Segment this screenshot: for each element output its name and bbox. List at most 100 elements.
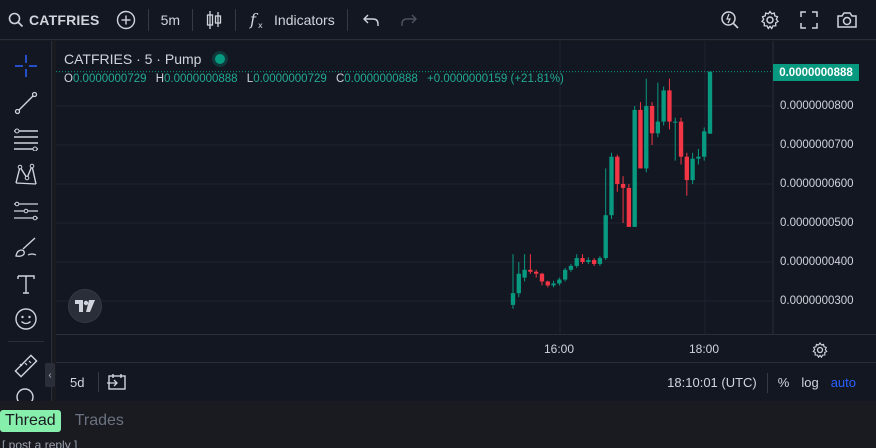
candle-body[interactable] (574, 258, 579, 266)
settings-icon (761, 10, 779, 30)
candle-body[interactable] (707, 71, 713, 134)
candle-body[interactable] (702, 131, 707, 157)
pattern-icon (15, 163, 37, 185)
candle-body[interactable] (649, 106, 655, 134)
quick-search-button[interactable] (710, 0, 750, 40)
candle-body[interactable] (684, 156, 689, 181)
toolbar-divider (8, 341, 44, 342)
candle-body[interactable] (696, 156, 701, 159)
open-key: O (64, 73, 73, 85)
candle-body[interactable] (655, 121, 661, 134)
candle-body[interactable] (534, 271, 539, 274)
candle-body[interactable] (510, 293, 516, 305)
compare-button[interactable] (108, 0, 144, 40)
undo-button[interactable] (352, 0, 390, 40)
candle-body[interactable] (557, 279, 562, 284)
candle-body[interactable] (545, 281, 550, 286)
candle-body[interactable] (667, 90, 672, 122)
candle-body[interactable] (626, 187, 632, 227)
utc-clock[interactable]: 18:10:01 (UTC) (661, 375, 763, 390)
candle-body[interactable] (551, 283, 556, 286)
brush-tool[interactable] (12, 233, 40, 261)
close-value: 0.0000000888 (344, 73, 418, 85)
candle-body[interactable] (580, 258, 585, 262)
candle-body[interactable] (673, 121, 678, 123)
candle-body[interactable] (539, 273, 545, 282)
candle-body[interactable] (632, 109, 637, 227)
change-value: +0.0000000159 (+21.81%) (427, 73, 564, 85)
collapse-toolbar-button[interactable]: ‹ (45, 363, 55, 387)
fullscreen-icon (800, 11, 818, 29)
pattern-tool[interactable] (12, 161, 40, 189)
screenshot-button[interactable] (828, 0, 866, 40)
trend-line-tool[interactable] (12, 89, 40, 117)
candle-body[interactable] (522, 269, 527, 278)
tab-trades[interactable]: Trades (75, 412, 124, 430)
ruler-tool[interactable] (12, 352, 40, 380)
range-5d-button[interactable]: 5d (64, 375, 90, 390)
candle-body[interactable] (516, 273, 521, 294)
price-label: 0.0000000800 (780, 100, 854, 112)
emoji-icon (15, 308, 37, 330)
candle-body[interactable] (661, 90, 666, 122)
divider (192, 8, 194, 31)
divider (147, 8, 149, 31)
candle-body[interactable] (597, 258, 603, 264)
zoom-icon (16, 388, 34, 401)
auto-toggle[interactable]: auto (825, 375, 856, 390)
brush-icon (15, 237, 37, 257)
fib-lines-icon (14, 128, 38, 151)
redo-icon (401, 14, 417, 26)
redo-button[interactable] (390, 0, 428, 40)
bottom-right-group: 18:10:01 (UTC) % log auto (661, 363, 856, 402)
candle-body[interactable] (591, 260, 597, 264)
candle-body[interactable] (528, 269, 533, 272)
settings-button[interactable] (750, 0, 790, 40)
high-key: H (155, 73, 165, 85)
crosshair-tool[interactable] (12, 52, 40, 80)
post-reply-link-clipped[interactable]: [ post a reply ] (0, 440, 120, 448)
bottom-left-group: 5d (56, 363, 127, 402)
candle-body[interactable] (586, 260, 591, 262)
candle-body[interactable] (562, 269, 568, 280)
symbol-search[interactable]: CATFRIES (0, 0, 108, 40)
topbar-right-group (710, 0, 866, 40)
time-axis[interactable]: 16:00 18:00 (56, 334, 876, 362)
tradingview-logo[interactable] (68, 289, 102, 323)
add-symbol-icon (116, 10, 135, 29)
candle-body[interactable] (638, 109, 643, 169)
text-icon (17, 275, 35, 294)
tradingview-logo-icon (75, 300, 95, 312)
goto-date-icon[interactable] (107, 373, 127, 391)
camera-icon (837, 12, 857, 28)
chart-pane[interactable]: CATFRIES · 5 · Pump O0.0000000729 H0.000… (56, 41, 876, 334)
candle-body[interactable] (603, 215, 608, 259)
log-toggle[interactable]: log (795, 375, 824, 390)
prediction-tool[interactable] (12, 197, 40, 225)
axis-settings-icon[interactable] (812, 342, 828, 358)
candle-body[interactable] (644, 106, 649, 169)
candle-body[interactable] (609, 156, 614, 216)
indicators-label: Indicators (274, 11, 335, 28)
fib-tool[interactable] (12, 125, 40, 153)
current-price-tag: 0.0000000888 (773, 64, 859, 81)
tab-thread[interactable]: Thread (0, 410, 61, 432)
market-status-dot (215, 54, 226, 64)
drawing-toolbar: ‹ (0, 41, 55, 401)
interval-button[interactable]: 5m (153, 0, 188, 40)
percent-toggle[interactable]: % (772, 375, 796, 390)
fx-icon: fx (249, 10, 263, 30)
price-label: 0.0000000700 (780, 139, 854, 151)
chart-type-button[interactable] (197, 0, 231, 40)
candle-body[interactable] (615, 156, 620, 184)
fullscreen-button[interactable] (790, 0, 828, 40)
candle-body[interactable] (690, 158, 695, 181)
trend-line-icon (14, 91, 38, 115)
emoji-tool[interactable] (12, 305, 40, 333)
zoom-tool[interactable] (12, 387, 40, 401)
candle-body[interactable] (620, 184, 626, 188)
candle-body[interactable] (678, 121, 684, 157)
candle-body[interactable] (568, 265, 574, 270)
text-tool[interactable] (12, 270, 40, 298)
indicators-button[interactable]: fx Indicators (240, 0, 343, 40)
